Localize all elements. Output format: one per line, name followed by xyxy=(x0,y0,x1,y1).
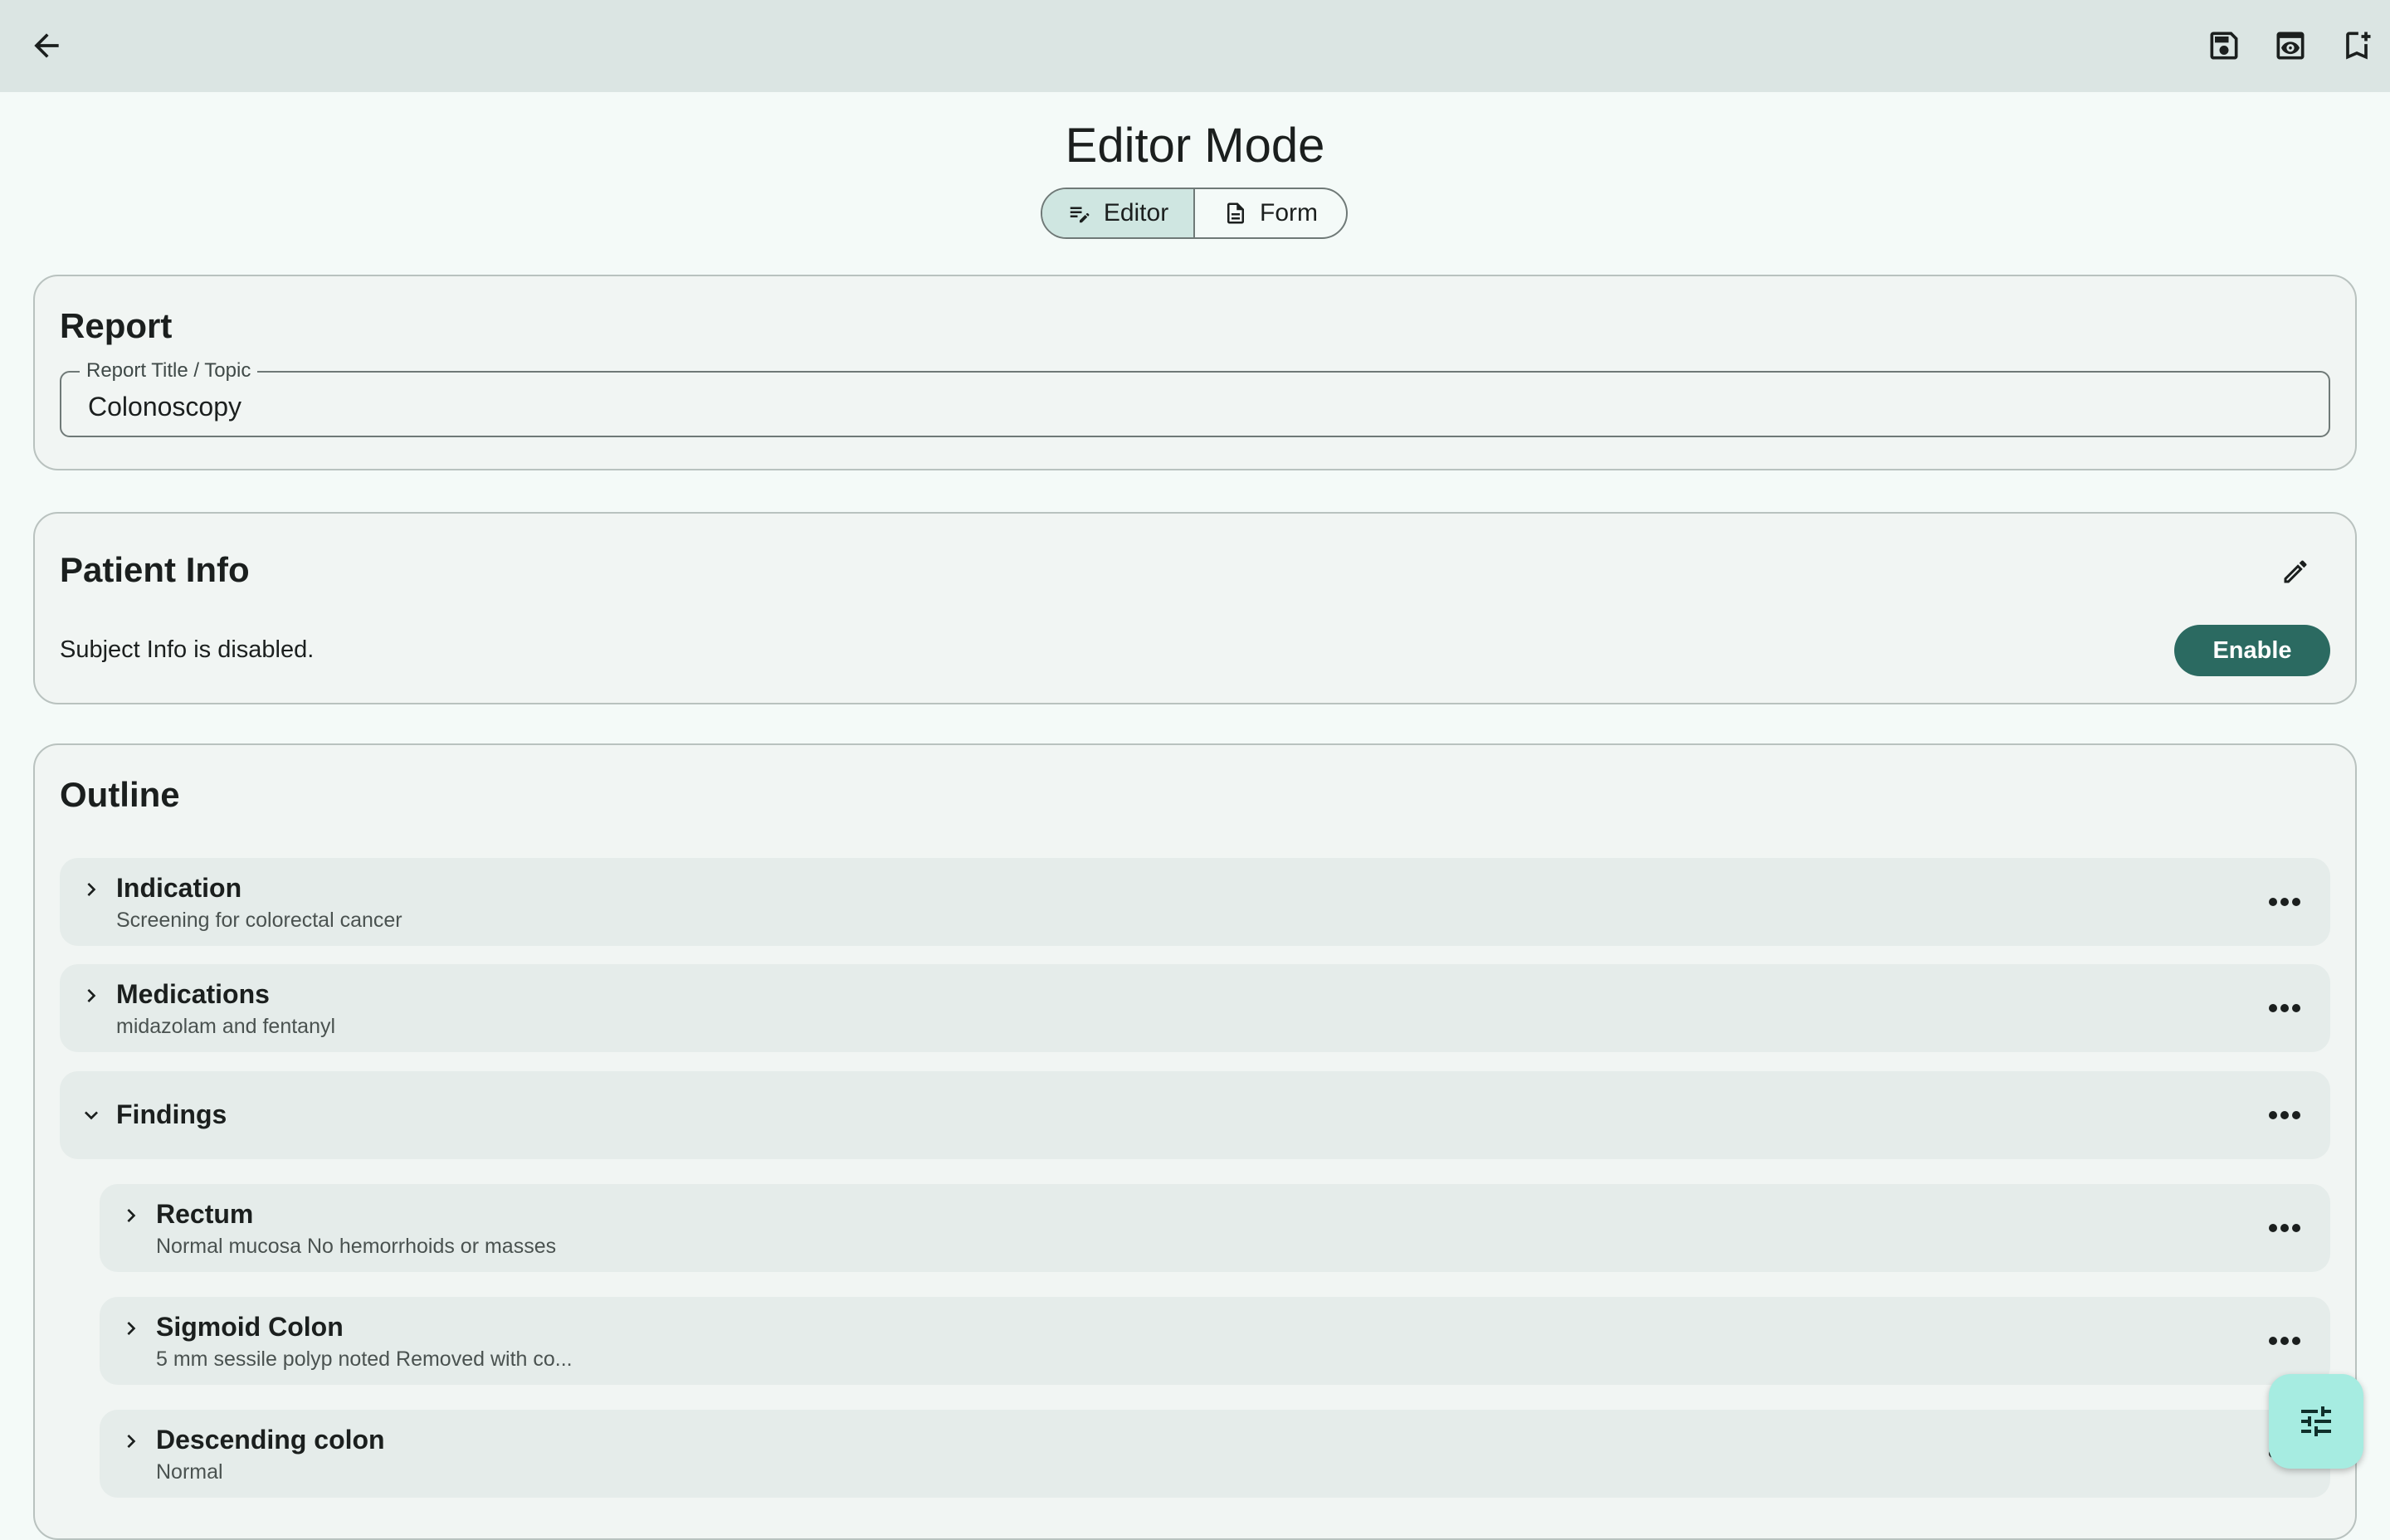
chevron-right-icon[interactable] xyxy=(118,1428,144,1455)
outline-subitem-descending-colon[interactable]: Descending colon Normal xyxy=(100,1410,2330,1498)
bookmark-add-icon xyxy=(2346,32,2371,60)
more-horizontal-icon xyxy=(2269,1337,2300,1345)
report-card-title: Report xyxy=(60,306,173,345)
patient-info-title: Patient Info xyxy=(60,550,250,589)
patient-info-status: Subject Info is disabled. xyxy=(60,636,315,663)
more-options-button[interactable] xyxy=(2264,1094,2305,1136)
outline-item-title: Medications xyxy=(116,979,270,1009)
report-card: Report Report Title / Topic xyxy=(33,275,2357,470)
outline-item-subtitle: midazolam and fentanyl xyxy=(116,1015,336,1038)
outline-item-subtitle: 5 mm sessile polyp noted Removed with co… xyxy=(156,1348,573,1371)
back-button[interactable] xyxy=(20,19,73,72)
tab-editor[interactable]: Editor xyxy=(1042,189,1195,237)
chevron-right-icon[interactable] xyxy=(78,982,105,1009)
outline-item-title: Descending colon xyxy=(156,1425,385,1455)
edit-patient-info-button[interactable] xyxy=(2269,545,2322,598)
outline-item-indication[interactable]: Indication Screening for colorectal canc… xyxy=(60,858,2330,946)
tab-editor-label: Editor xyxy=(1103,199,1169,227)
report-title-field[interactable]: Report Title / Topic xyxy=(60,359,2330,437)
outline-subitem-sigmoid-colon[interactable]: Sigmoid Colon 5 mm sessile polyp noted R… xyxy=(100,1297,2330,1385)
chevron-right-icon[interactable] xyxy=(118,1315,144,1342)
outline-item-title: Findings xyxy=(116,1099,227,1129)
arrow-left-icon xyxy=(34,33,59,58)
outline-item-title: Sigmoid Colon xyxy=(156,1312,344,1342)
more-options-button[interactable] xyxy=(2264,1320,2305,1362)
preview-icon xyxy=(2276,32,2305,60)
outline-item-title: Indication xyxy=(116,873,242,903)
more-horizontal-icon xyxy=(2269,1111,2300,1119)
report-title-field-label: Report Title / Topic xyxy=(80,359,258,383)
outline-title: Outline xyxy=(60,775,180,814)
outline-card: Outline Indication Screening for colorec… xyxy=(33,743,2357,1540)
outline-item-findings[interactable]: Findings xyxy=(60,1071,2330,1159)
chevron-right-icon[interactable] xyxy=(118,1202,144,1229)
tab-form-label: Form xyxy=(1260,199,1318,227)
chevron-right-icon[interactable] xyxy=(78,876,105,903)
tune-icon xyxy=(2301,1406,2331,1436)
report-title-input[interactable] xyxy=(86,387,2297,426)
outline-item-title: Rectum xyxy=(156,1199,254,1229)
app-bar xyxy=(0,0,2390,92)
outline-item-subtitle: Normal xyxy=(156,1460,223,1484)
mode-switch: Editor Form xyxy=(1041,188,1348,239)
more-options-button[interactable] xyxy=(2264,1207,2305,1249)
more-horizontal-icon xyxy=(2269,1004,2300,1012)
save-icon xyxy=(2210,32,2238,60)
pencil-icon xyxy=(2284,560,2307,583)
edit-note-icon xyxy=(1070,207,1090,223)
enable-button[interactable]: Enable xyxy=(2174,625,2330,676)
more-options-button[interactable] xyxy=(2264,987,2305,1029)
document-icon xyxy=(1227,202,1244,224)
patient-info-card: Patient Info Subject Info is disabled. E… xyxy=(33,512,2357,704)
outline-item-medications[interactable]: Medications midazolam and fentanyl xyxy=(60,964,2330,1052)
preview-button[interactable] xyxy=(2264,19,2317,72)
outline-subitem-rectum[interactable]: Rectum Normal mucosa No hemorrhoids or m… xyxy=(100,1184,2330,1272)
page-title: Editor Mode xyxy=(1065,119,1325,173)
outline-item-subtitle: Normal mucosa No hemorrhoids or masses xyxy=(156,1235,557,1258)
chevron-down-icon[interactable] xyxy=(78,1102,105,1128)
more-options-button[interactable] xyxy=(2264,881,2305,923)
outline-item-subtitle: Screening for colorectal cancer xyxy=(116,909,402,932)
save-button[interactable] xyxy=(2197,19,2251,72)
more-horizontal-icon xyxy=(2269,1224,2300,1232)
settings-fab[interactable] xyxy=(2269,1374,2363,1469)
tab-form[interactable]: Form xyxy=(1195,189,1346,237)
bookmark-add-button[interactable] xyxy=(2330,19,2383,72)
more-horizontal-icon xyxy=(2269,898,2300,906)
